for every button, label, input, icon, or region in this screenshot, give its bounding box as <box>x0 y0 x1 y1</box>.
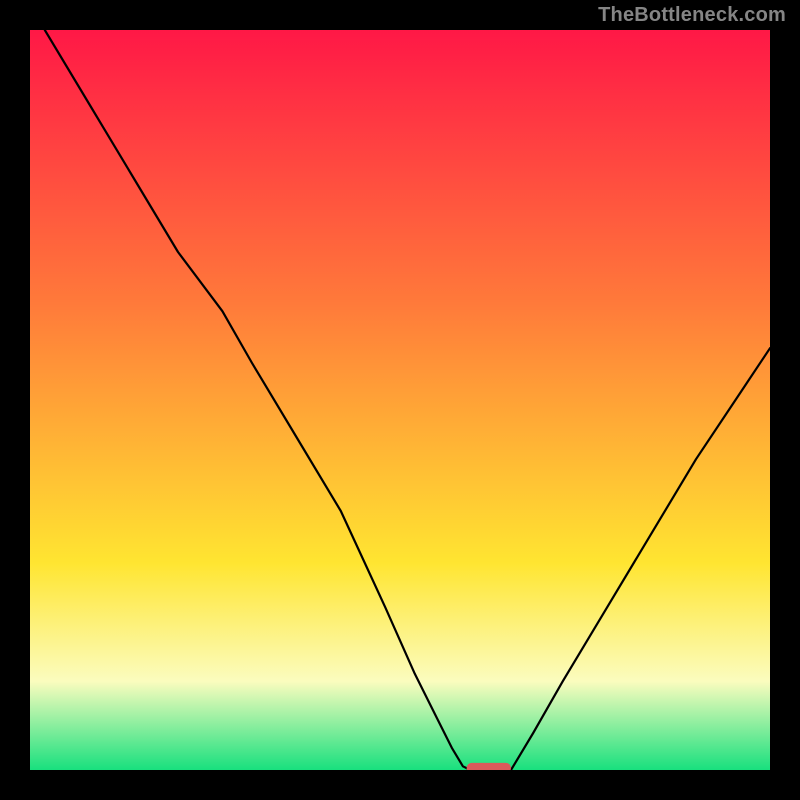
chart-svg <box>30 30 770 770</box>
plot-area <box>30 30 770 770</box>
chart-frame: TheBottleneck.com <box>0 0 800 800</box>
watermark-text: TheBottleneck.com <box>598 4 786 27</box>
optimum-marker <box>467 763 511 770</box>
gradient-fill-rect <box>30 30 770 770</box>
